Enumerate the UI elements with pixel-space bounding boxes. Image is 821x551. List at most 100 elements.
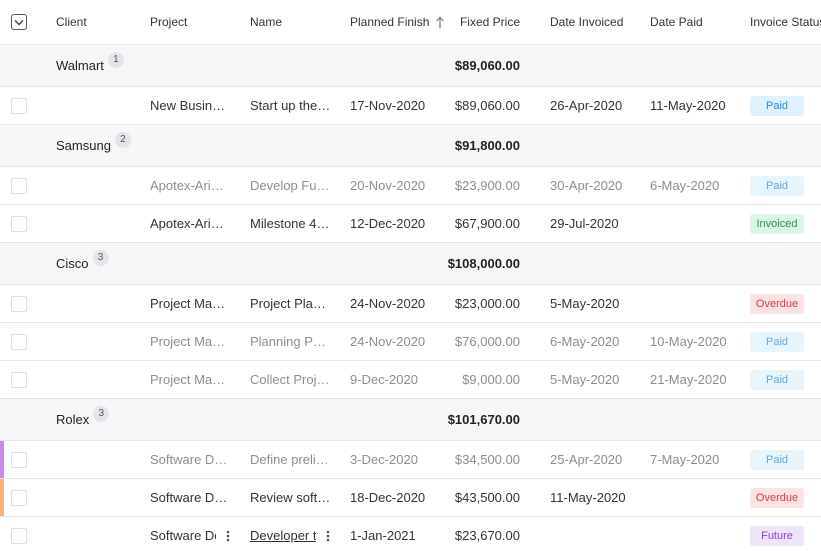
project-cell[interactable]: New Business Development bbox=[150, 87, 230, 124]
project-cell[interactable]: Apotex-Ariba Integration bbox=[150, 167, 230, 204]
project-cell[interactable]: Software Development bbox=[150, 479, 230, 516]
fixed-price-cell: $43,500.00 bbox=[454, 490, 520, 505]
column-header-invoice-status[interactable]: Invoice Status bbox=[750, 0, 821, 44]
planned-finish-cell: 24-Nov-2020 bbox=[350, 296, 426, 311]
table-row[interactable]: Project Management Office Planning Phase 2… bbox=[0, 323, 821, 361]
column-header-client[interactable]: Client bbox=[56, 0, 146, 44]
group-row[interactable]: Walmart 1 $89,060.00 bbox=[0, 45, 821, 87]
name-cell[interactable]: Developer testing bbox=[250, 517, 316, 551]
row-checkbox[interactable] bbox=[11, 489, 27, 506]
row-select-cell[interactable] bbox=[11, 205, 29, 242]
name-cell[interactable]: Review software design bbox=[250, 479, 332, 516]
project-cell[interactable]: Software Development bbox=[150, 517, 216, 551]
row-checkbox[interactable] bbox=[11, 371, 27, 388]
name-cell[interactable]: Define preliminary requirements bbox=[250, 441, 332, 478]
column-header-date-invoiced[interactable]: Date Invoiced bbox=[550, 0, 640, 44]
name-cell[interactable]: Planning Phase bbox=[250, 323, 332, 360]
name-cell[interactable]: Develop Functional Specs bbox=[250, 167, 332, 204]
group-row[interactable]: Samsung 2 $91,800.00 bbox=[0, 125, 821, 167]
header-row: Client Project Name Planned Finish Fixed… bbox=[0, 0, 821, 45]
project-text: New Business Development bbox=[150, 97, 230, 113]
name-cell[interactable]: Collect Project Requirements bbox=[250, 361, 332, 398]
project-text: Project Management Office bbox=[150, 371, 230, 387]
row-select-cell[interactable] bbox=[11, 517, 29, 551]
row-select-cell[interactable] bbox=[11, 323, 29, 360]
column-header-fixed-price[interactable]: Fixed Price bbox=[440, 0, 520, 44]
row-checkbox[interactable] bbox=[11, 97, 27, 114]
project-cell[interactable]: Project Management Office bbox=[150, 323, 230, 360]
date-paid-cell bbox=[650, 205, 740, 242]
task-name-text: Develop Functional Specs bbox=[250, 177, 332, 193]
row-select-cell[interactable] bbox=[11, 285, 29, 322]
task-name-text[interactable]: Developer testing bbox=[250, 517, 316, 551]
table-row[interactable]: Software Development Define preliminary r… bbox=[0, 441, 821, 479]
status-badge: Paid bbox=[750, 95, 804, 116]
name-cell[interactable]: Project Planning bbox=[250, 285, 332, 322]
group-total-price: $89,060.00 bbox=[440, 45, 520, 86]
column-header-date-paid[interactable]: Date Paid bbox=[650, 0, 740, 44]
row-checkbox[interactable] bbox=[11, 177, 27, 194]
group-count-badge: 3 bbox=[93, 405, 110, 422]
status-badge: Paid bbox=[750, 369, 804, 390]
invoice-status-cell: Invoiced bbox=[750, 205, 821, 242]
row-checkbox[interactable] bbox=[11, 333, 27, 350]
group-count-badge: 3 bbox=[92, 249, 109, 266]
group-total-price-text: $91,800.00 bbox=[454, 137, 520, 153]
date-paid-cell: 11-May-2020 bbox=[650, 98, 726, 113]
group-total-price: $108,000.00 bbox=[440, 243, 520, 284]
project-text: Project Management Office bbox=[150, 295, 230, 311]
table-row[interactable]: Software Development Review software desi… bbox=[0, 479, 821, 517]
group-row[interactable]: Cisco 3 $108,000.00 bbox=[0, 243, 821, 285]
table-row[interactable]: Apotex-Ariba Integration Develop Function… bbox=[0, 167, 821, 205]
project-cell[interactable]: Apotex-Ariba Integration bbox=[150, 205, 230, 242]
name-cell[interactable]: Milestone 4 Delivery bbox=[250, 205, 332, 242]
table-row[interactable]: Project Management Office Project Plannin… bbox=[0, 285, 821, 323]
kebab-icon[interactable] bbox=[222, 517, 234, 551]
row-checkbox[interactable] bbox=[11, 527, 27, 544]
project-text: Apotex-Ariba Integration bbox=[150, 177, 230, 193]
row-select-cell[interactable] bbox=[11, 441, 29, 478]
group-client-cell: Walmart 1 bbox=[56, 45, 256, 86]
status-badge: Paid bbox=[750, 449, 804, 470]
date-paid-cell: 6-May-2020 bbox=[650, 178, 720, 193]
planned-finish-cell: 17-Nov-2020 bbox=[350, 98, 426, 113]
project-text: Project Management Office bbox=[150, 333, 230, 349]
table-row[interactable]: Project Management Office Collect Project… bbox=[0, 361, 821, 399]
table-row[interactable]: Apotex-Ariba Integration Milestone 4 Deli… bbox=[0, 205, 821, 243]
row-checkbox[interactable] bbox=[11, 215, 27, 232]
invoice-status-cell: Paid bbox=[750, 167, 821, 204]
table-row[interactable]: Software Development Developer testing 1-J… bbox=[0, 517, 821, 551]
column-header-name[interactable]: Name bbox=[250, 0, 332, 44]
task-name-text: Define preliminary requirements bbox=[250, 451, 332, 467]
group-client-name: Cisco bbox=[56, 256, 89, 271]
project-cell[interactable]: Project Management Office bbox=[150, 361, 230, 398]
chevron-down-icon bbox=[14, 19, 24, 26]
group-count-badge: 2 bbox=[114, 131, 131, 148]
table-row[interactable]: New Business Development Start up the pro… bbox=[0, 87, 821, 125]
row-checkbox[interactable] bbox=[11, 451, 27, 468]
project-cell[interactable]: Project Management Office bbox=[150, 285, 230, 322]
row-select-cell[interactable] bbox=[11, 167, 29, 204]
group-row[interactable]: Rolex 3 $101,670.00 bbox=[0, 399, 821, 441]
status-badge: Overdue bbox=[750, 487, 804, 508]
group-client-cell: Samsung 2 bbox=[56, 125, 256, 166]
fixed-price-cell: $9,000.00 bbox=[462, 372, 520, 387]
date-invoiced-cell bbox=[550, 517, 640, 551]
fixed-price-cell: $34,500.00 bbox=[454, 452, 520, 467]
planned-finish-cell: 1-Jan-2021 bbox=[350, 528, 416, 543]
select-all-checkbox[interactable] bbox=[11, 14, 27, 30]
row-select-cell[interactable] bbox=[11, 361, 29, 398]
project-cell[interactable]: Software Development bbox=[150, 441, 230, 478]
planned-finish-cell: 18-Dec-2020 bbox=[350, 490, 426, 505]
column-header-planned-finish[interactable]: Planned Finish bbox=[350, 0, 445, 44]
row-checkbox[interactable] bbox=[11, 295, 27, 312]
group-client-name: Walmart bbox=[56, 58, 104, 73]
row-select-cell[interactable] bbox=[11, 87, 29, 124]
name-cell[interactable]: Start up the project bbox=[250, 87, 332, 124]
column-header-project[interactable]: Project bbox=[150, 0, 230, 44]
select-all-cell[interactable] bbox=[11, 0, 29, 44]
row-select-cell[interactable] bbox=[11, 479, 29, 516]
planned-finish-cell: 12-Dec-2020 bbox=[350, 216, 426, 231]
kebab-icon[interactable] bbox=[322, 517, 334, 551]
task-name-text: Milestone 4 Delivery bbox=[250, 215, 332, 231]
